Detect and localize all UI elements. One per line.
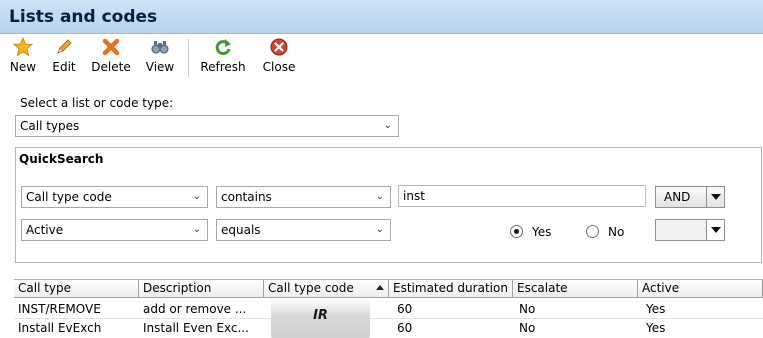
close-icon — [270, 38, 288, 56]
new-button[interactable]: New — [6, 37, 40, 74]
column-header-call-type-code[interactable]: Call type code — [264, 280, 389, 298]
table-cell[interactable]: 60 — [389, 301, 513, 318]
sort-ascending-icon — [376, 285, 384, 290]
drag-preview-text: IR — [313, 308, 328, 323]
chevron-down-icon: ⌄ — [192, 224, 201, 235]
radio-yes[interactable] — [510, 225, 523, 238]
column-header-estimated-duration[interactable]: Estimated duration — [389, 280, 513, 298]
refresh-button[interactable]: Refresh — [196, 37, 250, 74]
table-cell[interactable]: No — [513, 301, 638, 318]
binoculars-icon — [151, 41, 169, 54]
pencil-icon — [57, 39, 72, 54]
field-select-1-value: Call type code — [26, 190, 112, 204]
operator-select-2[interactable]: equals ⌄ — [216, 219, 391, 241]
list-type-select[interactable]: Call types ⌄ — [15, 115, 399, 137]
table-cell[interactable]: Install EvExch — [14, 320, 139, 337]
operator-select-1[interactable]: contains ⌄ — [216, 186, 391, 208]
field-select-2-value: Active — [26, 223, 64, 237]
operator-select-2-value: equals — [221, 223, 261, 237]
field-select-2[interactable]: Active ⌄ — [21, 219, 208, 241]
chevron-down-icon: ⌄ — [375, 191, 384, 202]
toolbar: New Edit Delete View Refresh Close — [0, 35, 763, 81]
chevron-down-icon: ⌄ — [383, 120, 392, 131]
search-value-input[interactable]: inst — [398, 185, 646, 207]
delete-button[interactable]: Delete — [88, 37, 134, 74]
delete-x-icon — [102, 38, 120, 56]
chevron-down-icon: ⌄ — [192, 191, 201, 202]
window-title: Lists and codes — [9, 7, 158, 27]
field-select-1[interactable]: Call type code ⌄ — [21, 186, 208, 208]
radio-no[interactable] — [586, 225, 599, 238]
dropdown-arrow-icon[interactable] — [706, 220, 724, 240]
refresh-icon — [215, 39, 231, 56]
list-type-value: Call types — [20, 119, 80, 133]
logic-value: AND — [664, 190, 691, 204]
logic-dropdown-2[interactable] — [655, 219, 725, 241]
table-cell[interactable]: Install Even Exc... — [139, 320, 264, 337]
logic-dropdown[interactable]: AND — [655, 186, 725, 208]
column-header-escalate[interactable]: Escalate — [513, 280, 638, 298]
column-header-call-type[interactable]: Call type — [14, 280, 139, 298]
title-bar: Lists and codes — [0, 0, 763, 34]
table-cell[interactable]: 60 — [389, 320, 513, 337]
column-header-description[interactable]: Description — [139, 280, 264, 298]
call-types-grid: Call type Description Call type code Est… — [14, 279, 763, 338]
drag-preview-badge: IR — [271, 298, 370, 338]
star-icon — [13, 37, 33, 57]
table-cell[interactable]: Yes — [638, 320, 763, 337]
table-cell[interactable]: Yes — [638, 301, 763, 318]
view-button[interactable]: View — [142, 37, 178, 74]
radio-yes-label: Yes — [532, 225, 552, 239]
table-cell[interactable]: add or remove ... — [139, 301, 264, 318]
edit-button[interactable]: Edit — [47, 37, 81, 74]
operator-select-1-value: contains — [221, 190, 272, 204]
radio-no-label: No — [608, 225, 625, 239]
table-cell[interactable]: No — [513, 320, 638, 337]
row-divider — [14, 318, 763, 319]
column-header-active[interactable]: Active — [638, 280, 763, 298]
table-cell[interactable]: INST/REMOVE — [14, 301, 139, 318]
list-type-label: Select a list or code type: — [20, 96, 174, 110]
toolbar-separator — [188, 39, 189, 77]
close-button[interactable]: Close — [258, 37, 300, 74]
quicksearch-title: QuickSearch — [19, 152, 104, 166]
chevron-down-icon: ⌄ — [375, 224, 384, 235]
search-value-text: inst — [403, 189, 425, 203]
dropdown-arrow-icon[interactable] — [706, 187, 724, 207]
